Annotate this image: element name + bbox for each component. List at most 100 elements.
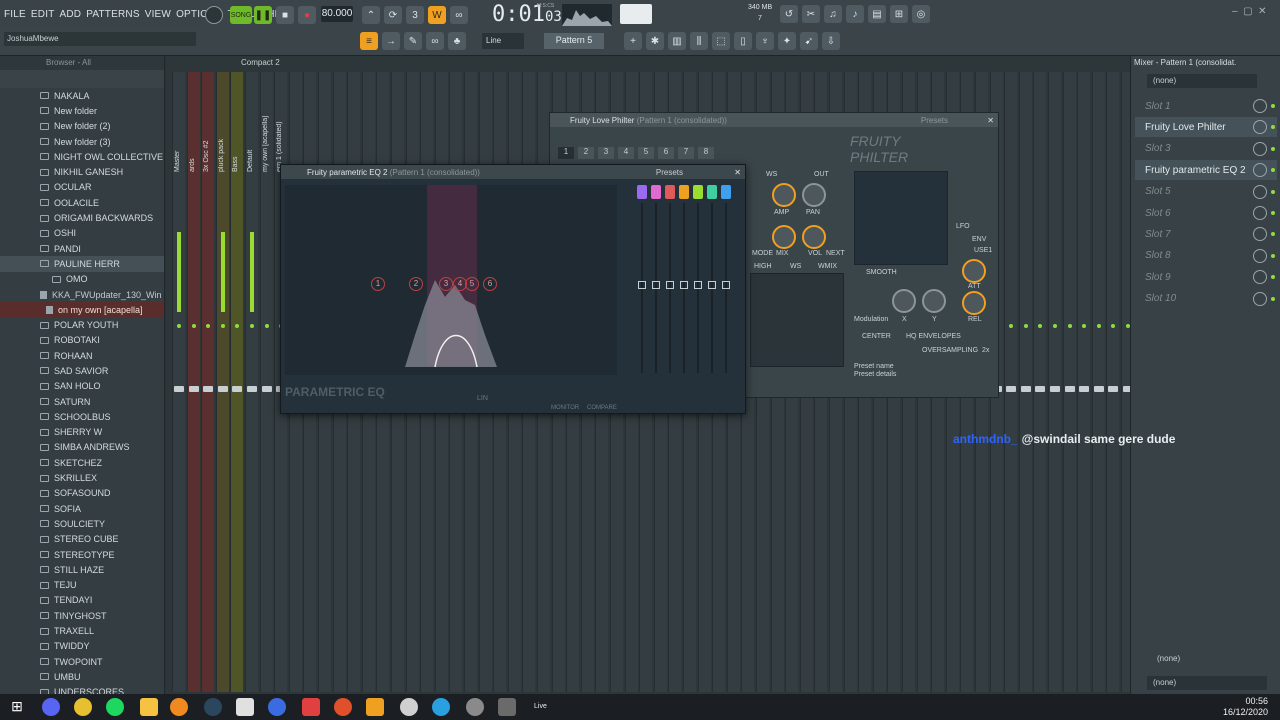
browser-item[interactable]: OMO — [0, 272, 164, 287]
eq-band-2-handle[interactable]: 2 — [409, 277, 423, 291]
pause-button[interactable]: ❚❚ — [254, 6, 272, 24]
filter-step-7[interactable]: 7 — [678, 147, 694, 159]
menu-add[interactable]: ADD — [60, 9, 82, 20]
fx-slot-8[interactable]: Slot 8 — [1135, 246, 1277, 266]
browser-item[interactable]: PANDI — [0, 241, 164, 256]
eq-band-fader-thumb[interactable] — [680, 281, 688, 289]
filter-step-3[interactable]: 3 — [598, 147, 614, 159]
browser-item[interactable]: SHERRY W — [0, 425, 164, 440]
mod-y-knob[interactable] — [922, 289, 946, 313]
oversampling-value[interactable]: 2x — [982, 347, 989, 354]
tab-wmix[interactable]: WMIX — [818, 263, 837, 270]
browser-item[interactable]: SOFASOUND — [0, 486, 164, 501]
track-led[interactable] — [206, 324, 211, 328]
browser-item[interactable]: OOLACILE — [0, 195, 164, 210]
pattern-select[interactable]: Pattern 5 — [544, 33, 604, 49]
filter-step-5[interactable]: 5 — [638, 147, 654, 159]
browser-item[interactable]: SAD SAVIOR — [0, 363, 164, 378]
hq-envelopes-toggle[interactable]: HQ ENVELOPES — [906, 333, 961, 340]
mix-knob-icon[interactable] — [1253, 163, 1267, 178]
tab-ws[interactable]: WS — [790, 263, 801, 270]
slot-enable-led[interactable] — [1271, 296, 1275, 301]
fx-slot-4[interactable]: Fruity parametric EQ 2 — [1135, 160, 1277, 181]
chat-icon[interactable]: ◎ — [912, 5, 930, 23]
discord-icon[interactable] — [42, 698, 60, 716]
edge-icon[interactable] — [432, 698, 450, 716]
slot-enable-led[interactable] — [1271, 168, 1275, 173]
browser-item[interactable]: SCHOOLBUS — [0, 409, 164, 424]
volume-fader[interactable] — [188, 386, 199, 392]
eq-band-1-handle[interactable]: 1 — [371, 277, 385, 291]
track-led[interactable] — [1009, 324, 1014, 328]
eq-band-fader-thumb[interactable] — [722, 281, 730, 289]
browser-item[interactable]: NIGHT OWL COLLECTIVE — [0, 149, 164, 164]
app-icon-5[interactable] — [366, 698, 384, 716]
eq-band-3-handle[interactable]: 3 — [439, 277, 453, 291]
volume-fader[interactable] — [1108, 386, 1119, 392]
menu-patterns[interactable]: PATTERNS — [86, 9, 139, 20]
browser-item[interactable]: TENDAYI — [0, 593, 164, 608]
browser-item[interactable]: SATURN — [0, 394, 164, 409]
arrow-icon[interactable]: → — [382, 32, 400, 50]
track-led[interactable] — [1053, 324, 1057, 328]
browser-item[interactable]: on my own [acapella] — [0, 302, 164, 318]
fx-slot-3[interactable]: Slot 3 — [1135, 139, 1277, 159]
browser-item[interactable]: NIKHIL GANESH — [0, 164, 164, 179]
loop-record-icon[interactable]: ∞ — [450, 6, 468, 24]
tool2-icon[interactable]: ▥ — [668, 32, 686, 50]
track-led[interactable] — [191, 324, 196, 328]
piano-roll-icon[interactable]: ♪ — [846, 5, 864, 23]
fx-slot-10[interactable]: Slot 10 — [1135, 289, 1277, 309]
volume-fader[interactable] — [1020, 386, 1031, 392]
browser-item[interactable]: SKETCHEZ — [0, 455, 164, 470]
fx-slot-6[interactable]: Slot 6 — [1135, 203, 1277, 223]
eq-presets[interactable]: Presets — [656, 168, 683, 177]
center-toggle[interactable]: CENTER — [862, 333, 891, 340]
steam-icon[interactable] — [204, 698, 222, 716]
track-led[interactable] — [250, 324, 254, 328]
eq-titlebar[interactable]: Fruity parametric EQ 2 (Pattern 1 (conso… — [281, 165, 745, 179]
browser-item[interactable]: UMBU — [0, 669, 164, 684]
label-smooth[interactable]: SMOOTH — [866, 269, 897, 276]
tool9-icon[interactable]: ⇩ — [822, 32, 840, 50]
slot-enable-led[interactable] — [1271, 125, 1275, 130]
app-icon-2[interactable] — [268, 698, 286, 716]
eq-band-fader-thumb[interactable] — [666, 281, 674, 289]
eq-band-5-handle[interactable]: 5 — [465, 277, 479, 291]
slot-enable-led[interactable] — [1271, 104, 1275, 108]
filter-step-6[interactable]: 6 — [658, 147, 674, 159]
browser-item[interactable]: TRAXELL — [0, 623, 164, 638]
volume-fader[interactable] — [1093, 386, 1104, 392]
browser-item[interactable]: OCULAR — [0, 180, 164, 195]
snap-select[interactable]: Line — [482, 33, 524, 49]
filter-step-4[interactable]: 4 — [618, 147, 634, 159]
tool7-icon[interactable]: ✦ — [778, 32, 796, 50]
mix-knob-icon[interactable] — [1253, 248, 1267, 263]
fx-slot-1[interactable]: Slot 1 — [1135, 96, 1277, 116]
volume-fader[interactable] — [217, 386, 228, 392]
record-button[interactable]: ● — [298, 6, 316, 24]
menu-file[interactable]: FILE — [4, 9, 26, 20]
browser-item[interactable]: ORIGAMI BACKWARDS — [0, 210, 164, 225]
mixer-track[interactable] — [1091, 72, 1105, 692]
undo-icon[interactable]: ↺ — [780, 5, 798, 23]
volume-fader[interactable] — [261, 386, 272, 392]
eq-close-icon[interactable]: ✕ — [734, 168, 741, 177]
tool3-icon[interactable]: ⫼ — [690, 32, 708, 50]
browser-item[interactable]: ROHAAN — [0, 348, 164, 363]
eq-band-6-handle[interactable]: 6 — [483, 277, 497, 291]
knob-icon[interactable] — [205, 6, 223, 24]
compare-button[interactable]: COMPARE — [587, 405, 617, 411]
tool1-icon[interactable]: ✱ — [646, 32, 664, 50]
mix-knob-icon[interactable] — [1253, 120, 1267, 135]
browser-item[interactable]: TWIDDY — [0, 639, 164, 654]
track-led[interactable] — [220, 324, 225, 328]
xy-pad[interactable] — [854, 171, 948, 265]
browser-item[interactable]: SOULCIETY — [0, 516, 164, 531]
track-led[interactable] — [177, 324, 181, 328]
eq-band-fader-thumb[interactable] — [694, 281, 702, 289]
app-icon-4[interactable] — [334, 698, 352, 716]
tempo-display[interactable]: 80.000 — [321, 6, 353, 22]
att-knob[interactable] — [962, 259, 986, 283]
fx-slot-2[interactable]: Fruity Love Philter — [1135, 117, 1277, 138]
